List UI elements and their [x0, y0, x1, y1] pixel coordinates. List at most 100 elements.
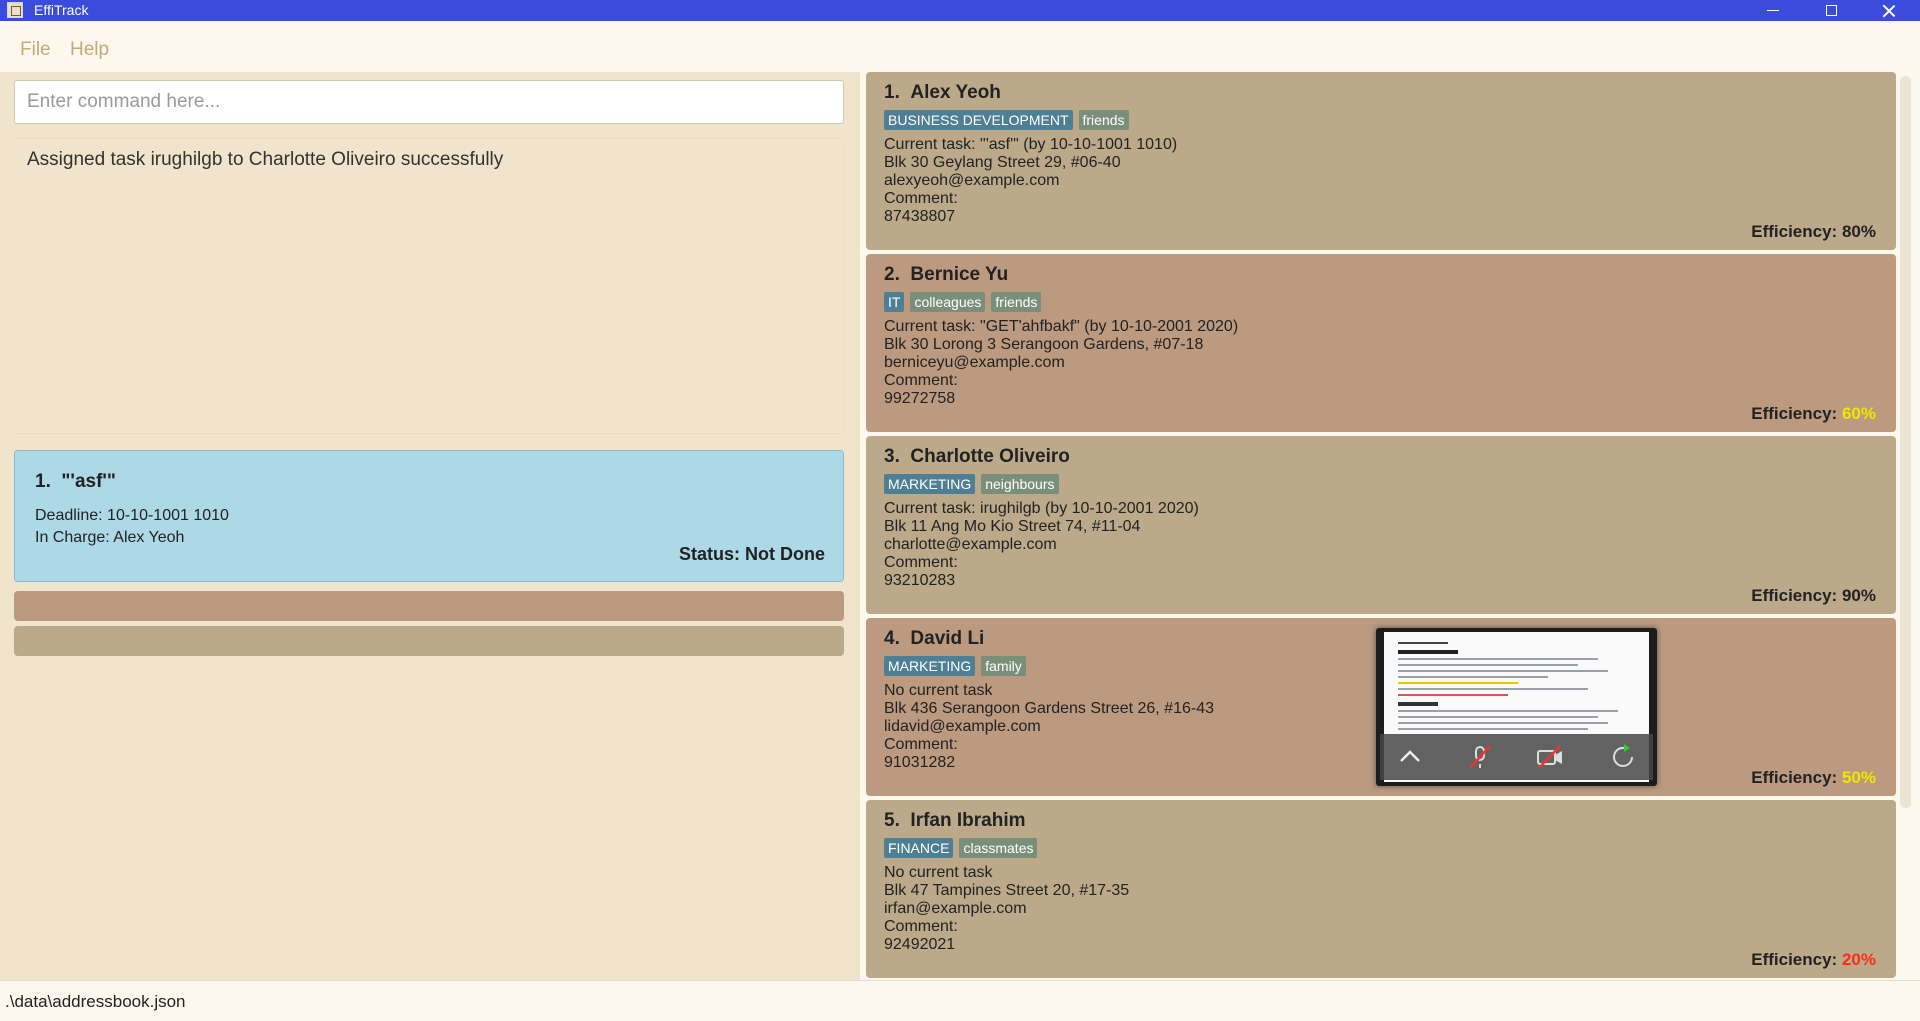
video-call-overlay[interactable]: [1376, 628, 1657, 786]
person-name: 3. Charlotte Oliveiro: [884, 446, 1070, 468]
department-tag: MARKETING: [884, 656, 976, 676]
minimize-button[interactable]: [1750, 0, 1796, 21]
window-title: EffiTrack: [34, 2, 89, 18]
camera-off-icon[interactable]: [1536, 744, 1564, 770]
person-email: charlotte@example.com: [884, 536, 1057, 553]
person-name: 2. Bernice Yu: [884, 264, 1008, 286]
tag: colleagues: [910, 292, 986, 312]
person-name-text: Bernice Yu: [910, 264, 1009, 285]
person-current-task: Current task: "'asf'" (by 10-10-1001 101…: [884, 136, 1178, 153]
tag: neighbours: [981, 474, 1059, 494]
call-controls: [1380, 734, 1653, 780]
tag: classmates: [959, 838, 1038, 858]
tag-list: FINANCE classmates: [884, 838, 1038, 858]
efficiency-value: 90%: [1841, 586, 1876, 605]
person-current-task: Current task: irughilgb (by 10-10-2001 2…: [884, 500, 1199, 517]
person-current-task: No current task: [884, 864, 993, 881]
person-card[interactable]: 2. Bernice Yu IT colleagues friends Current …: [866, 254, 1896, 432]
efficiency-value: 20%: [1841, 950, 1876, 969]
task-title: 1. "'asf'": [35, 471, 116, 493]
efficiency-label: Efficiency:: [1751, 768, 1838, 787]
person-comment: Comment:: [884, 736, 958, 753]
menu-help[interactable]: Help: [70, 39, 109, 61]
mic-off-icon[interactable]: [1466, 744, 1494, 770]
efficiency-label: Efficiency:: [1751, 586, 1838, 605]
tag: friends: [991, 292, 1042, 312]
app-icon: [7, 2, 23, 18]
person-list-scrollbar[interactable]: [1900, 76, 1911, 808]
efficiency: Efficiency: 60%: [1751, 404, 1876, 424]
person-name: 1. Alex Yeoh: [884, 82, 1001, 104]
person-phone: 99272758: [884, 390, 956, 407]
person-email: berniceyu@example.com: [884, 354, 1065, 371]
task-list-empty-row[interactable]: [14, 626, 844, 656]
task-status: Status: Not Done: [679, 544, 825, 564]
person-phone: 92492021: [884, 936, 956, 953]
person-address: Blk 30 Lorong 3 Serangoon Gardens, #07-1…: [884, 336, 1204, 353]
department-tag: MARKETING: [884, 474, 976, 494]
person-phone: 93210283: [884, 572, 956, 589]
maximize-button[interactable]: [1808, 0, 1854, 21]
person-card[interactable]: 3. Charlotte Oliveiro MARKETING neighbours…: [866, 436, 1896, 614]
tag-list: MARKETING neighbours: [884, 474, 1059, 494]
person-name: 4. David Li: [884, 628, 984, 650]
efficiency: Efficiency: 50%: [1751, 768, 1876, 788]
person-address: Blk 11 Ang Mo Kio Street 74, #11-04: [884, 518, 1141, 535]
person-card[interactable]: 1. Alex Yeoh BUSINESS DEVELOPMENT friends C…: [866, 72, 1896, 250]
menu-bar: File Help: [0, 21, 1920, 72]
tag-list: MARKETING family: [884, 656, 1026, 676]
result-display[interactable]: [14, 138, 844, 434]
person-comment: Comment:: [884, 372, 958, 389]
person-list: 1. Alex Yeoh BUSINESS DEVELOPMENT friends C…: [860, 72, 1920, 980]
title-bar: EffiTrack: [0, 0, 1920, 21]
person-name-text: Irfan Ibrahim: [910, 810, 1026, 831]
person-phone: 91031282: [884, 754, 956, 771]
person-comment: Comment:: [884, 554, 958, 571]
person-name: 5. Irfan Ibrahim: [884, 810, 1026, 832]
person-index: 5.: [884, 810, 900, 831]
task-name: "'asf'": [61, 471, 116, 492]
tag: friends: [1078, 110, 1129, 130]
efficiency-value: 80%: [1841, 222, 1876, 241]
efficiency: Efficiency: 90%: [1751, 586, 1876, 606]
tag: family: [981, 656, 1026, 676]
task-index: 1.: [35, 471, 51, 492]
person-name-text: Alex Yeoh: [910, 82, 1001, 103]
close-button[interactable]: [1866, 0, 1912, 21]
close-icon: [1882, 4, 1896, 18]
person-email: irfan@example.com: [884, 900, 1027, 917]
task-deadline: Deadline: 10-10-1001 1010: [35, 507, 229, 524]
share-screen-icon[interactable]: [1610, 744, 1638, 770]
person-index: 3.: [884, 446, 900, 467]
person-comment: Comment:: [884, 918, 958, 935]
person-index: 2.: [884, 264, 900, 285]
minimize-icon: [1767, 10, 1779, 11]
task-list-empty-row[interactable]: [14, 591, 844, 621]
tag-list: IT colleagues friends: [884, 292, 1042, 312]
chevron-up-icon[interactable]: [1396, 744, 1424, 770]
department-tag: FINANCE: [884, 838, 954, 858]
efficiency-value: 60%: [1841, 404, 1876, 423]
department-tag: IT: [884, 292, 905, 312]
efficiency: Efficiency: 80%: [1751, 222, 1876, 242]
status-bar: .\data\addressbook.json: [0, 980, 1920, 1021]
efficiency: Efficiency: 20%: [1751, 950, 1876, 970]
person-email: lidavid@example.com: [884, 718, 1041, 735]
result-message: Assigned task irughilgb to Charlotte Oli…: [27, 149, 504, 170]
person-address: Blk 30 Geylang Street 29, #06-40: [884, 154, 1121, 171]
person-index: 4.: [884, 628, 900, 649]
efficiency-label: Efficiency:: [1751, 222, 1838, 241]
efficiency-label: Efficiency:: [1751, 404, 1838, 423]
left-panel: Assigned task irughilgb to Charlotte Oli…: [0, 72, 860, 980]
person-name-text: Charlotte Oliveiro: [910, 446, 1070, 467]
task-card[interactable]: 1. "'asf'" Deadline: 10-10-1001 1010 In …: [14, 450, 844, 582]
person-current-task: Current task: "GET'ahfbakf" (by 10-10-20…: [884, 318, 1239, 335]
maximize-icon: [1825, 5, 1837, 16]
person-email: alexyeoh@example.com: [884, 172, 1060, 189]
efficiency-value: 50%: [1841, 768, 1876, 787]
menu-file[interactable]: File: [20, 39, 51, 61]
person-card[interactable]: 5. Irfan Ibrahim FINANCE classmates No curr…: [866, 800, 1896, 978]
person-address: Blk 436 Serangoon Gardens Street 26, #16…: [884, 700, 1214, 717]
person-phone: 87438807: [884, 208, 956, 225]
command-input[interactable]: [14, 80, 844, 124]
